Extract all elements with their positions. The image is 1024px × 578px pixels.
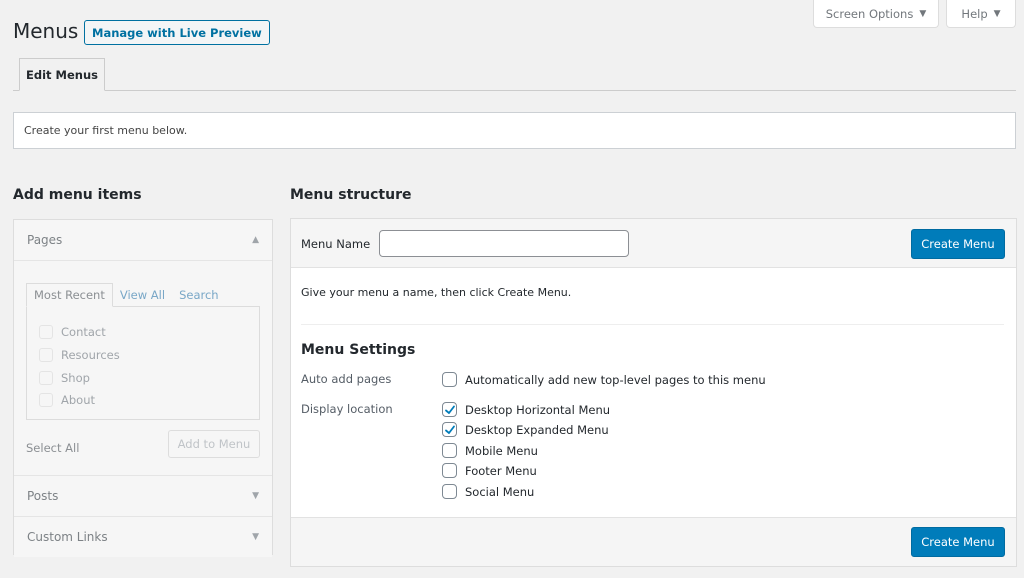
- menu-name-input[interactable]: [379, 230, 629, 257]
- accordion-pages-header[interactable]: Pages ▲: [14, 220, 272, 260]
- menu-structure-header: Menu Name Create Menu: [291, 219, 1016, 268]
- location-social[interactable]: Social Menu: [442, 484, 534, 499]
- option-label: Desktop Expanded Menu: [465, 422, 609, 437]
- menu-structure-heading: Menu structure: [290, 187, 412, 203]
- checkbox[interactable]: [39, 325, 53, 339]
- page-item-label: About: [61, 393, 96, 407]
- checkbox[interactable]: [39, 348, 53, 362]
- caret-down-icon: ▼: [919, 8, 927, 19]
- accordion-pages-title: Pages: [27, 233, 63, 247]
- page-item-label: Shop: [61, 371, 90, 385]
- menu-name-label: Menu Name: [301, 237, 371, 251]
- caret-up-icon: ▲: [252, 235, 259, 245]
- add-items-accordion: Pages ▲ Most Recent View All Search Cont…: [13, 219, 273, 557]
- page-item-contact[interactable]: Contact: [39, 325, 106, 339]
- auto-add-pages-option[interactable]: Automatically add new top-level pages to…: [442, 372, 766, 387]
- select-all-link[interactable]: Select All: [26, 441, 79, 455]
- add-menu-items-heading: Add menu items: [13, 187, 142, 203]
- display-location-label: Display location: [301, 402, 393, 416]
- accordion-posts-title: Posts: [27, 489, 59, 503]
- option-label: Desktop Horizontal Menu: [465, 402, 611, 417]
- caret-down-icon: ▼: [252, 532, 259, 542]
- page-item-shop[interactable]: Shop: [39, 371, 90, 385]
- checkbox[interactable]: [39, 371, 53, 385]
- tab-edit-menus[interactable]: Edit Menus: [19, 58, 105, 91]
- option-label: Mobile Menu: [465, 443, 538, 458]
- most-recent-panel: Contact Resources Shop About: [26, 306, 260, 420]
- checkbox[interactable]: [39, 393, 53, 407]
- checkmark-icon: [444, 425, 455, 434]
- divider: [301, 324, 1004, 325]
- screen-options-label: Screen Options: [825, 6, 914, 21]
- menu-help-text: Give your menu a name, then click Create…: [301, 286, 572, 299]
- page-item-label: Resources: [61, 348, 120, 362]
- checkbox[interactable]: [442, 484, 457, 499]
- checkbox[interactable]: [442, 443, 457, 458]
- accordion-custom-links-header[interactable]: Custom Links ▼: [14, 517, 272, 557]
- accordion-posts-header[interactable]: Posts ▼: [14, 476, 272, 516]
- pages-tabs: Most Recent View All Search: [26, 283, 226, 307]
- help-button[interactable]: Help ▼: [946, 0, 1016, 28]
- notice-message: Create your first menu below.: [13, 112, 1016, 149]
- caret-down-icon: ▼: [993, 8, 1001, 19]
- add-to-menu-button[interactable]: Add to Menu: [168, 430, 260, 458]
- menu-settings-title: Menu Settings: [301, 342, 416, 358]
- page-item-about[interactable]: About: [39, 393, 95, 407]
- menu-structure-box: Menu Name Create Menu Give your menu a n…: [290, 218, 1017, 567]
- tab-view-all[interactable]: View All: [113, 283, 172, 307]
- option-label: Social Menu: [465, 484, 535, 499]
- create-menu-button-top[interactable]: Create Menu: [911, 229, 1005, 259]
- tabs-divider: [13, 90, 1016, 91]
- page-item-resources[interactable]: Resources: [39, 348, 120, 362]
- caret-down-icon: ▼: [252, 491, 259, 501]
- create-menu-button-bottom[interactable]: Create Menu: [911, 527, 1005, 557]
- tab-most-recent[interactable]: Most Recent: [26, 283, 113, 307]
- page-item-label: Contact: [61, 325, 106, 339]
- page-title: Menus: [13, 19, 79, 43]
- location-mobile[interactable]: Mobile Menu: [442, 443, 538, 458]
- screen-options-button[interactable]: Screen Options ▼: [813, 0, 939, 28]
- checkbox[interactable]: [442, 463, 457, 478]
- location-footer[interactable]: Footer Menu: [442, 463, 537, 478]
- pages-panel-body: Most Recent View All Search Contact Reso…: [14, 261, 272, 475]
- checkbox[interactable]: [442, 372, 457, 387]
- auto-add-pages-label: Auto add pages: [301, 372, 392, 386]
- menu-structure-footer: Create Menu: [291, 517, 1016, 566]
- manage-live-preview-button[interactable]: Manage with Live Preview: [84, 20, 270, 45]
- option-label: Footer Menu: [465, 463, 537, 478]
- checkbox-checked[interactable]: [442, 402, 457, 417]
- checkbox-checked[interactable]: [442, 422, 457, 437]
- location-desktop-expanded[interactable]: Desktop Expanded Menu: [442, 422, 609, 437]
- location-desktop-horizontal[interactable]: Desktop Horizontal Menu: [442, 402, 610, 417]
- accordion-custom-links-title: Custom Links: [27, 530, 108, 544]
- tab-search[interactable]: Search: [172, 283, 226, 307]
- option-label: Automatically add new top-level pages to…: [465, 372, 766, 387]
- help-label: Help: [961, 6, 988, 21]
- checkmark-icon: [444, 405, 455, 414]
